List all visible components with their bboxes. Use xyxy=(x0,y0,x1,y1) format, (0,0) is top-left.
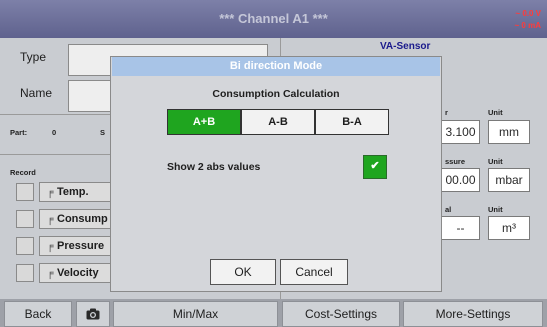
diameter-value[interactable]: 3.100 xyxy=(442,120,480,144)
pressure-unit-header: Unit xyxy=(488,157,503,166)
type-label: Type xyxy=(20,50,47,64)
cost-settings-button[interactable]: Cost-Settings xyxy=(282,301,400,327)
show-abs-values-checkbox[interactable]: ✔ xyxy=(363,155,387,179)
pressure-value[interactable]: 00.00 xyxy=(442,168,480,192)
record-label: Record xyxy=(10,168,36,177)
record-checkbox-pressure[interactable] xyxy=(16,237,34,255)
part-partial-text: S xyxy=(100,128,106,137)
camera-icon xyxy=(86,308,100,320)
dialog-title: Bi direction Mode xyxy=(112,57,440,76)
sensor-name: VA-Sensor xyxy=(380,41,431,52)
name-label: Name xyxy=(20,86,53,100)
part-label: Part: xyxy=(10,128,28,137)
checkmark-icon: ✔ xyxy=(370,160,380,172)
status-voltage: ~ 0.0 V xyxy=(515,9,541,18)
diameter-label: r xyxy=(445,108,448,117)
camera-button[interactable] xyxy=(76,301,110,327)
total-unit-header: Unit xyxy=(488,205,503,214)
more-settings-button[interactable]: More-Settings xyxy=(403,301,543,327)
record-item-label: Velocity xyxy=(57,267,99,279)
record-item-velocity[interactable]: ╒ Velocity xyxy=(39,263,111,283)
probe-icon: ╒ xyxy=(46,187,54,198)
part-value: 0 xyxy=(52,128,57,137)
pressure-unit[interactable]: mbar xyxy=(488,168,530,192)
minmax-button[interactable]: Min/Max xyxy=(113,301,278,327)
option-a-plus-b[interactable]: A+B xyxy=(167,109,241,135)
consumption-calculation-heading: Consumption Calculation xyxy=(212,88,340,100)
record-checkbox-consumption[interactable] xyxy=(16,210,34,228)
channel-screen: *** Channel A1 *** ~ 0.0 V ~ 0 mA Type N… xyxy=(0,0,547,327)
status-current: ~ 0 mA xyxy=(514,21,541,30)
show-abs-values-label: Show 2 abs values xyxy=(167,161,261,173)
window-title: *** Channel A1 *** xyxy=(219,11,328,26)
option-a-minus-b[interactable]: A-B xyxy=(241,109,315,135)
probe-icon: ╒ xyxy=(46,268,54,279)
total-unit[interactable]: m³ xyxy=(488,216,530,240)
record-checkbox-velocity[interactable] xyxy=(16,264,34,282)
record-item-label: Temp. xyxy=(57,186,89,198)
record-item-pressure[interactable]: ╒ Pressure xyxy=(39,236,111,256)
record-checkbox-temp[interactable] xyxy=(16,183,34,201)
record-item-consumption[interactable]: ╒ Consump xyxy=(39,209,111,229)
record-item-label: Consump xyxy=(57,213,108,225)
probe-icon: ╒ xyxy=(46,214,54,225)
record-item-temp[interactable]: ╒ Temp. xyxy=(39,182,111,202)
diameter-unit-header: Unit xyxy=(488,108,503,117)
cancel-button[interactable]: Cancel xyxy=(280,259,348,285)
option-b-minus-a[interactable]: B-A xyxy=(315,109,389,135)
diameter-unit[interactable]: mm xyxy=(488,120,530,144)
pressure-label: ssure xyxy=(445,157,466,166)
probe-icon: ╒ xyxy=(46,241,54,252)
total-label: al xyxy=(445,205,452,214)
record-item-label: Pressure xyxy=(57,240,105,252)
back-button[interactable]: Back xyxy=(4,301,72,327)
total-value[interactable]: -- xyxy=(442,216,480,240)
ok-button[interactable]: OK xyxy=(210,259,276,285)
